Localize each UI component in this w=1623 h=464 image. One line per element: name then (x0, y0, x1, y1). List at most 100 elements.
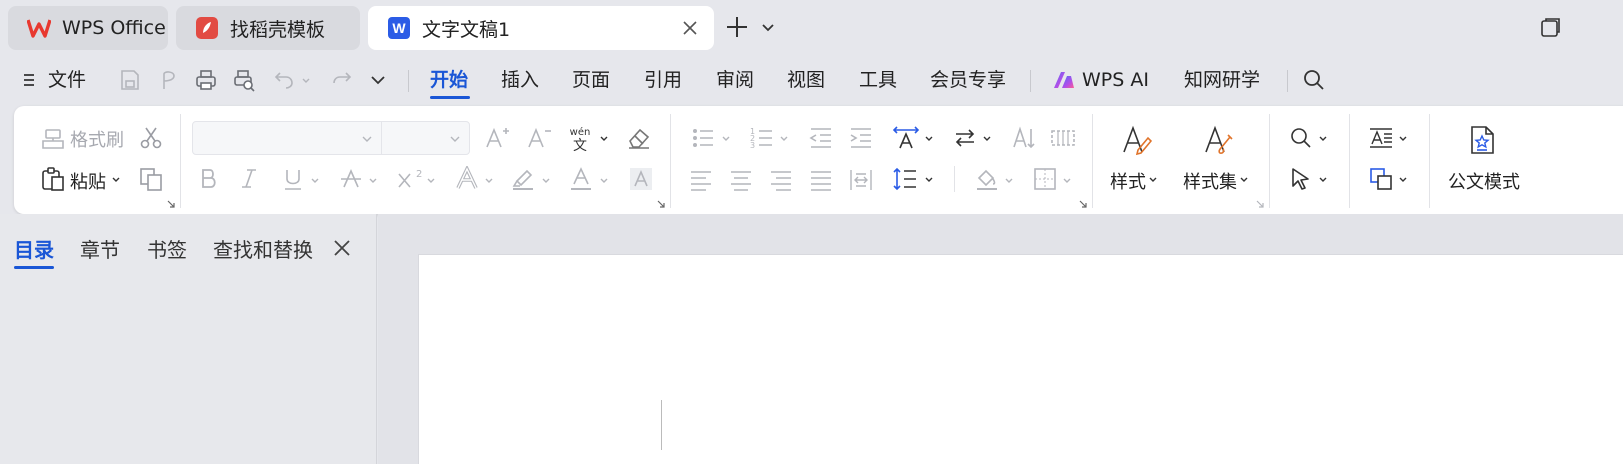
increase-font-size-icon[interactable] (484, 125, 510, 151)
tab-wps-office[interactable]: WPS Office (8, 6, 168, 50)
increase-indent-icon[interactable] (848, 125, 874, 151)
tab-view[interactable]: 视图 (787, 65, 825, 95)
select-cursor-icon[interactable] (1288, 166, 1314, 192)
select-dropdown-chevron-icon[interactable] (1318, 175, 1328, 185)
nav-tab-toc[interactable]: 目录 (14, 234, 54, 263)
bullets-list-icon[interactable] (690, 125, 716, 151)
tab-home[interactable]: 开始 (430, 65, 468, 95)
bullets-dropdown-chevron-icon[interactable] (721, 134, 731, 144)
text-box-icon[interactable] (1368, 125, 1394, 151)
align-center-icon[interactable] (728, 166, 754, 192)
tab-page[interactable]: 页面 (572, 65, 610, 95)
wps-ai-button[interactable]: WPS AI (1052, 65, 1149, 95)
phonetic-dropdown-chevron-icon[interactable] (599, 134, 609, 144)
quick-access-more-chevron-icon[interactable] (366, 68, 390, 92)
font-name-combobox[interactable] (192, 121, 382, 155)
nav-tab-find-replace[interactable]: 查找和替换 (213, 234, 313, 263)
strikethrough-dropdown-chevron-icon[interactable] (368, 176, 378, 186)
nav-tab-bookmarks[interactable]: 书签 (147, 234, 187, 263)
borders-icon[interactable] (1032, 166, 1058, 192)
highlight-marker-icon[interactable] (510, 166, 536, 192)
format-painter-label[interactable]: 格式刷 (70, 126, 124, 152)
new-tab-plus-icon[interactable] (724, 14, 750, 40)
export-pdf-icon[interactable] (156, 68, 180, 92)
search-icon[interactable] (1302, 68, 1326, 92)
swap-direction-dropdown-chevron-icon[interactable] (982, 134, 992, 144)
window-restore-icon[interactable] (1540, 16, 1562, 38)
tab-references[interactable]: 引用 (644, 65, 682, 95)
print-icon[interactable] (194, 68, 218, 92)
underline-dropdown-chevron-icon[interactable] (310, 176, 320, 186)
undo-dropdown-chevron-icon[interactable] (301, 76, 311, 86)
tab-insert[interactable]: 插入 (501, 65, 539, 95)
align-left-icon[interactable] (688, 166, 714, 192)
cnki-research-button[interactable]: 知网研学 (1184, 65, 1260, 95)
justify-icon[interactable] (808, 166, 834, 192)
redo-icon[interactable] (330, 68, 354, 92)
official-document-icon[interactable] (1466, 124, 1498, 156)
print-preview-icon[interactable] (232, 68, 256, 92)
text-box-dropdown-chevron-icon[interactable] (1398, 134, 1408, 144)
character-shading-icon[interactable] (628, 166, 654, 192)
phonetic-guide-icon[interactable]: wén 文 (567, 124, 593, 152)
undo-icon[interactable] (272, 68, 296, 92)
distributed-align-icon[interactable] (848, 166, 874, 192)
styles-dialog-launcher-icon[interactable] (1256, 200, 1264, 208)
find-dropdown-chevron-icon[interactable] (1318, 134, 1328, 144)
numbering-list-icon[interactable]: 123 (749, 125, 775, 151)
sort-icon[interactable] (1010, 125, 1036, 151)
copy-icon[interactable] (138, 166, 164, 192)
paste-label[interactable]: 粘贴 (70, 168, 106, 194)
font-color-dropdown-chevron-icon[interactable] (599, 176, 609, 186)
paragraph-dialog-launcher-icon[interactable] (1079, 200, 1087, 208)
tab-review[interactable]: 审阅 (716, 65, 754, 95)
text-direction-dropdown-chevron-icon[interactable] (924, 134, 934, 144)
document-page[interactable] (418, 254, 1623, 464)
nav-tab-sections[interactable]: 章节 (80, 234, 120, 263)
align-right-icon[interactable] (768, 166, 794, 192)
file-menu-button[interactable]: 文件 (20, 65, 86, 95)
shading-dropdown-chevron-icon[interactable] (1004, 176, 1014, 186)
line-spacing-icon[interactable] (892, 166, 918, 192)
styles-dropdown-chevron-icon[interactable] (1148, 175, 1158, 185)
arrange-shapes-icon[interactable] (1368, 166, 1394, 192)
text-effects-dropdown-chevron-icon[interactable] (484, 176, 494, 186)
close-nav-pane-icon[interactable] (330, 236, 354, 260)
borders-dropdown-chevron-icon[interactable] (1062, 176, 1072, 186)
swap-direction-arrows-icon[interactable] (952, 125, 978, 151)
font-dialog-launcher-icon[interactable] (657, 200, 665, 208)
tab-member[interactable]: 会员专享 (930, 65, 1006, 95)
character-spacing-icon[interactable] (1050, 125, 1076, 151)
tab-document[interactable]: W 文字文稿1 (368, 6, 714, 50)
text-effects-icon[interactable] (454, 166, 480, 192)
format-painter-icon[interactable] (40, 126, 66, 152)
italic-icon[interactable] (236, 166, 262, 192)
paragraph-shading-bucket-icon[interactable] (974, 166, 1000, 192)
clipboard-dialog-launcher-icon[interactable] (167, 200, 175, 208)
styles-label[interactable]: 样式 (1110, 168, 1146, 194)
text-direction-icon[interactable] (892, 124, 920, 150)
arrange-dropdown-chevron-icon[interactable] (1398, 175, 1408, 185)
clear-formatting-eraser-icon[interactable] (626, 125, 652, 151)
highlight-dropdown-chevron-icon[interactable] (541, 176, 551, 186)
find-magnifier-icon[interactable] (1288, 125, 1314, 151)
style-set-dropdown-chevron-icon[interactable] (1239, 175, 1249, 185)
superscript-dropdown-chevron-icon[interactable] (426, 176, 436, 186)
close-tab-icon[interactable] (678, 16, 702, 40)
styles-pen-icon[interactable] (1120, 124, 1152, 156)
tab-tools[interactable]: 工具 (859, 65, 897, 95)
cut-scissors-icon[interactable] (138, 125, 164, 151)
paste-clipboard-icon[interactable] (40, 166, 66, 192)
paste-dropdown-chevron-icon[interactable] (111, 175, 121, 185)
font-size-combobox[interactable] (381, 121, 470, 155)
bold-icon[interactable] (196, 166, 222, 192)
tab-list-chevron-down-icon[interactable] (760, 16, 780, 40)
tab-template-store[interactable]: 找稻壳模板 (176, 6, 360, 50)
underline-icon[interactable] (280, 166, 306, 192)
decrease-indent-icon[interactable] (808, 125, 834, 151)
decrease-font-size-icon[interactable] (526, 125, 552, 151)
numbering-dropdown-chevron-icon[interactable] (779, 134, 789, 144)
official-document-mode-label[interactable]: 公文模式 (1448, 168, 1520, 194)
superscript-icon[interactable]: 2 (396, 166, 422, 192)
strikethrough-icon[interactable] (338, 166, 364, 192)
